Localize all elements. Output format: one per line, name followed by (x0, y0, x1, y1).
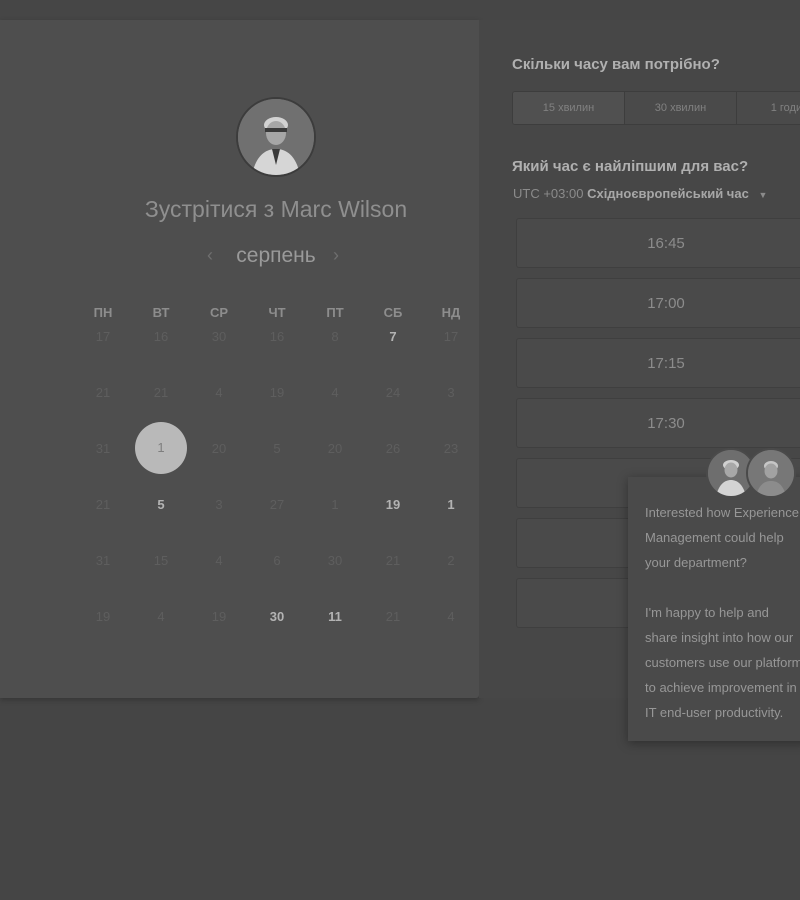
calendar-day: 17 (95, 329, 111, 344)
calendar-day: 4 (331, 385, 339, 400)
calendar-day: 21 (153, 385, 169, 400)
calendar-day: 31 (95, 441, 111, 456)
calendar-day[interactable]: 1 (422, 497, 480, 512)
time-slot[interactable]: 17:00 (516, 278, 800, 328)
calendar-day: 6 (273, 553, 281, 568)
calendar-day: 20 (211, 441, 227, 456)
calendar-day: 3 (447, 385, 455, 400)
timezone-selector[interactable]: UTC +03:00 Східноєвропейський час ▼ (513, 186, 767, 201)
timezone-offset: UTC +03:00 (513, 186, 584, 201)
calendar-day: 2 (447, 553, 455, 568)
calendar-day: 19 (211, 609, 227, 624)
calendar-day[interactable]: 11 (306, 609, 364, 624)
calendar-day: 16 (269, 329, 285, 344)
calendar-day: 23 (443, 441, 459, 456)
calendar-day: 1 (331, 497, 339, 512)
calendar-grid: 17 16 30 16 8 7 17 21 21 4 19 4 24 3 31 20 5 20 26 23 21 5 3 27… (74, 0, 479, 700)
calendar-day: 19 (269, 385, 285, 400)
duration-question: Скільки часу вам потрібно? (512, 56, 720, 73)
calendar-day: 30 (211, 329, 227, 344)
calendar-day: 31 (95, 553, 111, 568)
calendar-day: 4 (447, 609, 455, 624)
calendar-day[interactable]: 30 (248, 609, 306, 624)
calendar-day: 16 (153, 329, 169, 344)
calendar-day: 24 (385, 385, 401, 400)
calendar-day: 30 (327, 553, 343, 568)
time-slot[interactable]: 17:30 (516, 398, 800, 448)
duration-option-60[interactable]: 1 година (737, 92, 800, 124)
calendar-day[interactable]: 5 (132, 497, 190, 512)
calendar-day: 19 (95, 609, 111, 624)
caret-down-icon: ▼ (758, 190, 768, 200)
chat-message: Interested how Experience Management cou… (645, 505, 800, 720)
duration-option-30[interactable]: 30 хвилин (625, 92, 737, 124)
duration-option-15[interactable]: 15 хвилин (513, 92, 625, 124)
calendar-day: 3 (215, 497, 223, 512)
calendar-day[interactable]: 19 (364, 497, 422, 512)
calendar-day: 4 (215, 553, 223, 568)
calendar-day: 27 (269, 497, 285, 512)
calendar-day: 21 (95, 385, 111, 400)
time-question: Який час є найліпшим для вас? (512, 158, 749, 175)
calendar-day: 4 (215, 385, 223, 400)
calendar-day: 4 (157, 609, 165, 624)
calendar-day: 17 (443, 329, 459, 344)
agent-avatar-2 (746, 448, 796, 498)
timezone-name: Східноєвропейський час (587, 186, 749, 201)
calendar-day: 21 (385, 609, 401, 624)
calendar-day: 15 (153, 553, 169, 568)
calendar-day: 5 (273, 441, 281, 456)
calendar-day[interactable]: 7 (364, 329, 422, 344)
calendar-day: 21 (385, 553, 401, 568)
calendar-day: 8 (331, 329, 339, 344)
duration-selector: 15 хвилин 30 хвилин 1 година (512, 91, 800, 125)
calendar-day: 26 (385, 441, 401, 456)
calendar-day-selected[interactable]: 1 (135, 440, 187, 455)
time-slot[interactable]: 16:45 (516, 218, 800, 268)
calendar-day: 20 (327, 441, 343, 456)
time-slot[interactable]: 17:15 (516, 338, 800, 388)
calendar-day: 21 (95, 497, 111, 512)
